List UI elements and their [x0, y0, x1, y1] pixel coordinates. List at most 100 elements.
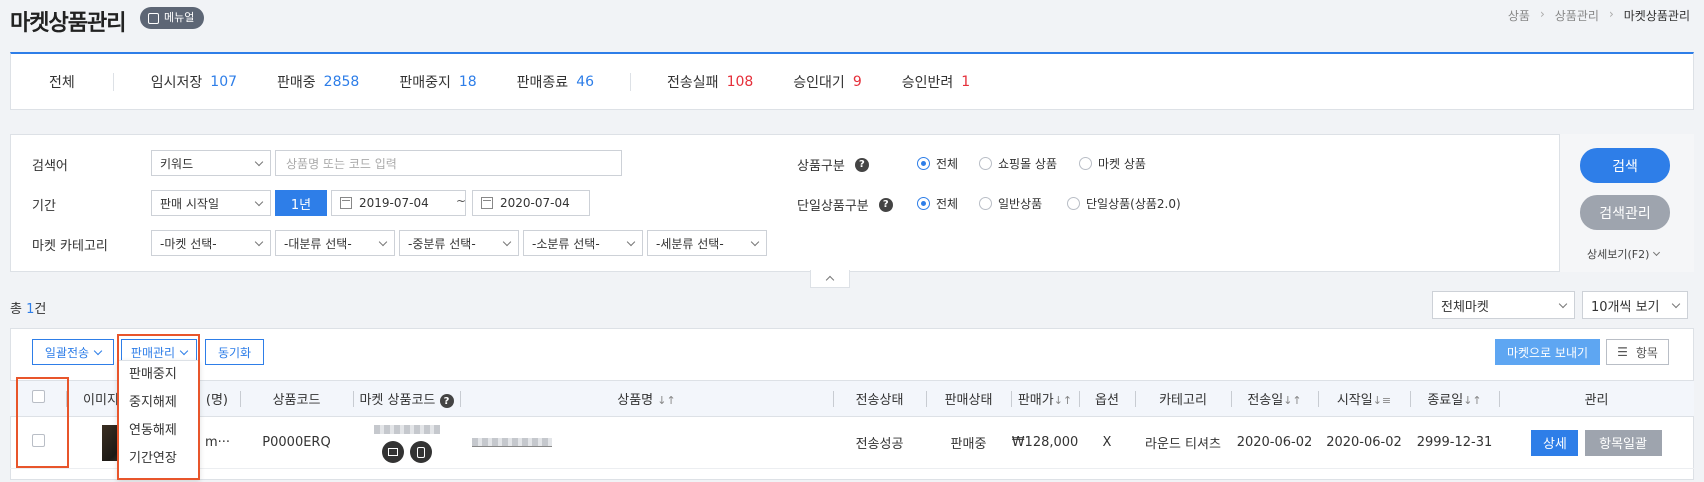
col-start-date[interactable]: 시작일↓≡	[1318, 380, 1410, 417]
single-type-label-group: 단일상품구분?	[797, 195, 893, 214]
sort-icon: ↓↑	[657, 394, 676, 407]
market-code-cell	[353, 416, 460, 469]
status-all[interactable]: 전체	[49, 72, 75, 92]
status-on-sale[interactable]: 판매중 2858	[277, 72, 359, 92]
radio-icon	[1067, 197, 1080, 210]
col-send-status: 전송상태	[833, 380, 926, 417]
single-type-all[interactable]: 전체	[917, 195, 958, 212]
status-temp-saved[interactable]: 임시저장 107	[151, 72, 237, 92]
page-size-select[interactable]: 10개씩 보기	[1582, 291, 1688, 319]
radio-icon	[979, 157, 992, 170]
chevron-down-icon	[1558, 299, 1568, 308]
end-date-cell: 2999-12-31	[1410, 416, 1499, 469]
col-start-date-label: 시작일	[1336, 393, 1373, 408]
radio-label: 쇼핑몰 상품	[998, 157, 1058, 171]
date-separator: ~	[455, 194, 467, 208]
chevron-up-icon	[825, 275, 835, 285]
columns-button[interactable]: ☰ 항목	[1606, 339, 1669, 365]
table-row: m··· P0000ERQ 전송성공 판매중 ₩128,000 X 라운드 티셔…	[10, 416, 1694, 469]
col-product-name[interactable]: 상품명 ↓↑	[460, 380, 833, 417]
sort-icon: ↓↑	[1463, 394, 1482, 407]
status-count: 18	[458, 73, 477, 90]
product-type-market[interactable]: 마켓 상품	[1079, 155, 1146, 172]
date-from-field[interactable]: 2019-07-04	[331, 190, 466, 216]
name-fragment: m···	[204, 435, 230, 450]
category-small-value: -소분류 선택-	[532, 236, 600, 251]
status-count: 9	[852, 73, 862, 90]
product-table: 이미지 (명) 상품코드 마켓 상품코드 ? 상품명 ↓↑ 전송상태 판매상태 …	[10, 380, 1694, 469]
help-icon[interactable]: ?	[439, 394, 454, 409]
category-detail-select[interactable]: -세분류 선택-	[647, 230, 767, 256]
total-suffix: 건	[34, 302, 47, 317]
help-icon[interactable]: ?	[854, 157, 869, 172]
status-pending-approval[interactable]: 승인대기 9	[793, 72, 861, 92]
breadcrumb-item[interactable]: 상품관리	[1555, 7, 1599, 24]
manual-label: 메뉴얼	[164, 11, 195, 24]
columns-label: 항목	[1635, 345, 1658, 360]
status-sale-stopped[interactable]: 판매중지 18	[399, 72, 476, 92]
radio-icon	[917, 157, 930, 170]
keyword-type-value: 키워드	[160, 156, 194, 171]
product-type-label-group: 상품구분?	[797, 155, 869, 174]
keyword-type-select[interactable]: 키워드	[151, 150, 271, 176]
category-medium-select[interactable]: -중분류 선택-	[399, 230, 519, 256]
search-button[interactable]: 검색	[1580, 148, 1670, 183]
collapse-search-toggle[interactable]	[810, 270, 850, 288]
list-settings-icon: ☰	[1617, 345, 1628, 359]
product-type-shopmall[interactable]: 쇼핑몰 상품	[979, 155, 1057, 172]
sync-button[interactable]: 동기화	[205, 339, 264, 365]
col-product-code: 상품코드	[240, 380, 353, 417]
col-end-date[interactable]: 종료일↓↑	[1410, 380, 1499, 417]
radio-label: 단일상품(상품2.0)	[1086, 197, 1181, 211]
period-label: 기간	[32, 199, 56, 214]
status-label: 판매중지	[399, 74, 451, 91]
status-summary-bar: 전체 임시저장 107 판매중 2858 판매중지 18 판매종료 46 전송실패 108…	[10, 52, 1694, 110]
product-type-all[interactable]: 전체	[917, 155, 958, 172]
divider	[630, 72, 632, 91]
date-to-field[interactable]: 2020-07-04	[472, 190, 590, 216]
breadcrumb-item[interactable]: 상품	[1508, 7, 1530, 24]
detail-view-toggle[interactable]: 상세보기(F2)	[1587, 246, 1661, 262]
detail-button[interactable]: 상세	[1531, 429, 1579, 456]
sent-date-cell: 2020-06-02	[1231, 416, 1318, 469]
category-large-select[interactable]: -대분류 선택-	[275, 230, 395, 256]
search-manage-button[interactable]: 검색관리	[1580, 195, 1670, 230]
keyword-input[interactable]: 상품명 또는 코드 입력	[275, 150, 622, 176]
status-approval-rejected[interactable]: 승인반려 1	[902, 72, 970, 92]
period-type-value: 판매 시작일	[160, 196, 220, 211]
calendar-icon	[340, 197, 352, 209]
radio-label: 전체	[936, 197, 959, 211]
send-to-market-button[interactable]: 마켓으로 보내기	[1495, 339, 1600, 365]
manual-badge[interactable]: 메뉴얼	[140, 7, 205, 29]
single-type-single[interactable]: 단일상품(상품2.0)	[1067, 195, 1181, 212]
mobile-view-icon[interactable]	[409, 441, 432, 463]
period-1year-button[interactable]: 1년	[275, 190, 327, 216]
manage-cell: 상세 항목일괄	[1499, 416, 1694, 469]
category-small-select[interactable]: -소분류 선택-	[523, 230, 643, 256]
market-filter-select[interactable]: 전체마켓	[1432, 291, 1575, 319]
radio-icon	[979, 197, 992, 210]
help-icon[interactable]: ?	[878, 197, 893, 212]
option-cell: X	[1079, 416, 1135, 469]
chevron-down-icon	[254, 237, 264, 246]
single-type-general[interactable]: 일반상품	[979, 195, 1042, 212]
product-name-blurred-link[interactable]	[472, 438, 552, 447]
bulk-send-button[interactable]: 일괄전송	[32, 339, 114, 365]
status-label: 판매중	[277, 74, 316, 91]
total-count: 총 1건	[10, 298, 46, 317]
product-name-cell	[460, 416, 833, 469]
col-price[interactable]: 판매가↓↑	[1011, 380, 1079, 417]
status-count: 46	[576, 73, 595, 90]
status-send-failed[interactable]: 전송실패 108	[667, 72, 753, 92]
status-sale-ended[interactable]: 판매종료 46	[517, 72, 594, 92]
keyword-label: 검색어	[32, 159, 68, 174]
period-type-select[interactable]: 판매 시작일	[151, 190, 271, 216]
market-select[interactable]: -마켓 선택-	[151, 230, 271, 256]
chevron-right-icon: ›	[1608, 7, 1614, 21]
pc-view-icon[interactable]	[381, 441, 404, 463]
col-market-code: 마켓 상품코드 ?	[353, 380, 460, 417]
status-label: 전송실패	[667, 74, 719, 91]
col-sent-date[interactable]: 전송일↓↑	[1231, 380, 1318, 417]
bulk-edit-button[interactable]: 항목일괄	[1584, 429, 1662, 456]
col-option: 옵션	[1079, 380, 1135, 417]
